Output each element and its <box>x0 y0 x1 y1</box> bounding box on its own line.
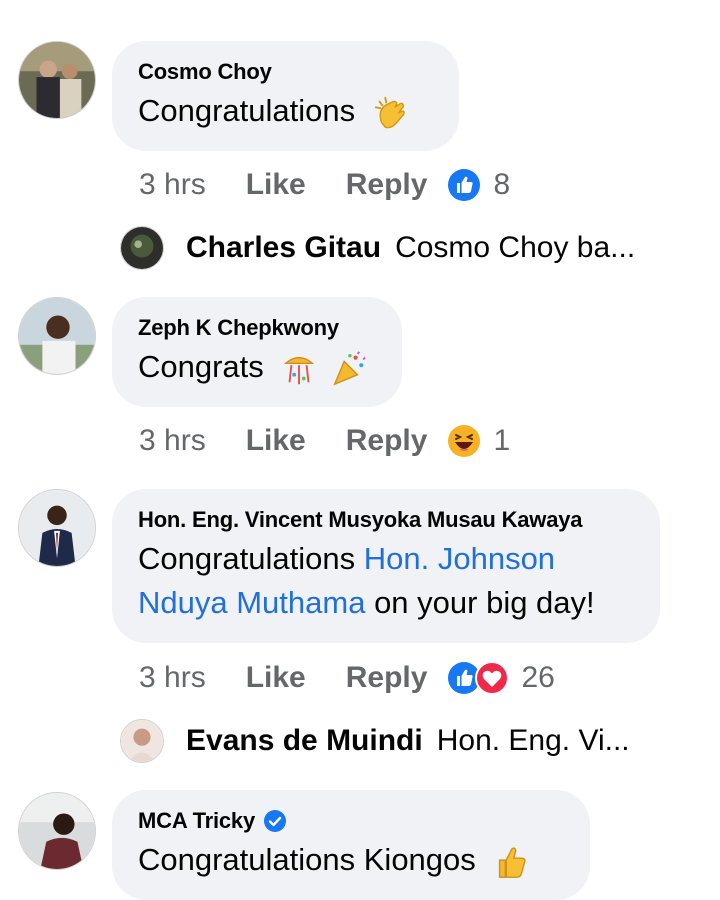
avatar[interactable] <box>18 297 96 375</box>
comment-text: Congratulations <box>138 89 433 133</box>
comment-author[interactable]: Zeph K Chepkwony <box>138 315 376 341</box>
comment-text-content: on your big day! <box>365 585 595 620</box>
reply-button[interactable]: Reply <box>346 661 428 695</box>
confetti-ball-icon <box>284 356 315 385</box>
comment-author-name[interactable]: MCA Tricky <box>138 808 255 834</box>
party-popper-icon <box>333 351 366 386</box>
comment-author[interactable]: MCA Tricky <box>138 808 564 834</box>
reply-text: Cosmo Choy ba... <box>395 231 636 264</box>
comment-bubble: Zeph K Chepkwony Congrats <box>112 297 402 407</box>
thumbs-up-icon <box>499 847 527 878</box>
comment-text: Congrats <box>138 345 376 389</box>
like-button[interactable]: Like <box>246 661 306 695</box>
comment-actions: 3 hrs Like Reply 1 <box>139 424 510 458</box>
love-reaction-icon[interactable] <box>475 661 510 695</box>
avatar[interactable] <box>18 41 96 119</box>
haha-reaction-icon[interactable] <box>447 424 481 458</box>
comment-time[interactable]: 3 hrs <box>139 661 206 695</box>
reply-author[interactable]: Charles Gitau <box>186 231 381 265</box>
comment-time[interactable]: 3 hrs <box>139 168 206 202</box>
reply-avatar[interactable] <box>120 226 164 270</box>
comment-bubble: MCA Tricky Congratulations Kiongos <box>112 790 590 900</box>
avatar[interactable] <box>18 792 96 870</box>
avatar[interactable] <box>18 489 96 567</box>
clapping-hands-icon <box>374 96 405 129</box>
comment-text-content: Congratulations Kiongos <box>138 842 476 877</box>
comment-bubble: Cosmo Choy Congratulations <box>112 41 459 151</box>
like-button[interactable]: Like <box>246 424 306 458</box>
reply-preview[interactable]: Charles Gitau Cosmo Choy ba... <box>120 226 635 270</box>
reply-preview[interactable]: Evans de Muindi Hon. Eng. Vi... <box>120 719 630 763</box>
comment-author[interactable]: Hon. Eng. Vincent Musyoka Musau Kawaya <box>138 507 634 533</box>
comment-text-content: Congrats <box>138 349 264 384</box>
reaction-count[interactable]: 26 <box>521 661 554 695</box>
reply-text: Hon. Eng. Vi... <box>436 724 630 757</box>
comment-time[interactable]: 3 hrs <box>139 424 206 458</box>
reply-avatar[interactable] <box>120 719 164 763</box>
reply-button[interactable]: Reply <box>346 168 428 202</box>
comment-text-content: Congratulations <box>138 541 364 576</box>
comment-text: Congratulations Hon. Johnson Nduya Mutha… <box>138 537 634 625</box>
like-button[interactable]: Like <box>246 168 306 202</box>
reaction-count[interactable]: 8 <box>493 168 510 202</box>
reply-author[interactable]: Evans de Muindi <box>186 724 423 758</box>
verified-badge-icon <box>264 810 287 832</box>
reaction-count[interactable]: 1 <box>493 424 510 458</box>
like-reaction-icon[interactable] <box>447 168 481 202</box>
comment-text-content: Congratulations <box>138 93 356 128</box>
comment-bubble: Hon. Eng. Vincent Musyoka Musau Kawaya C… <box>112 489 660 643</box>
comment-actions: 3 hrs Like Reply 8 <box>139 168 510 202</box>
comment-author[interactable]: Cosmo Choy <box>138 59 433 85</box>
reply-button[interactable]: Reply <box>346 424 428 458</box>
comment-actions: 3 hrs Like Reply 26 <box>139 661 555 695</box>
comment-text: Congratulations Kiongos <box>138 838 564 882</box>
